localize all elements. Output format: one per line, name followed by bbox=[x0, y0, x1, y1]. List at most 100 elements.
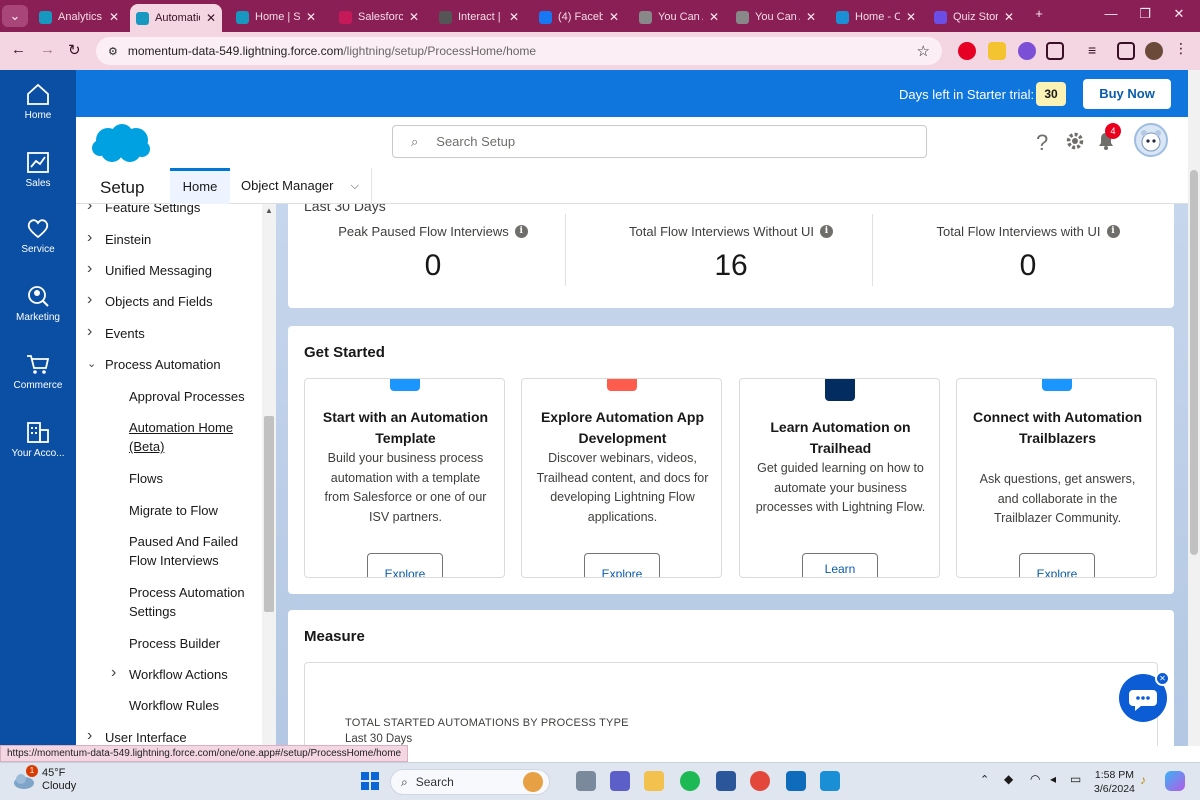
url-field[interactable]: ⚙ momentum-data-549.lightning.force.com/… bbox=[96, 37, 942, 65]
info-icon[interactable]: i bbox=[1106, 225, 1120, 238]
close-tab-icon[interactable]: ✕ bbox=[709, 10, 719, 24]
info-icon[interactable]: i bbox=[514, 225, 528, 238]
close-tab-icon[interactable]: ✕ bbox=[806, 10, 816, 24]
browser-menu-icon[interactable]: ⋮ bbox=[1174, 40, 1192, 58]
chevron-down-icon[interactable]: ⌄ bbox=[87, 355, 96, 374]
profile-avatar-icon[interactable] bbox=[1145, 42, 1163, 60]
close-chat-icon[interactable]: ✕ bbox=[1155, 671, 1170, 686]
side-panel-icon[interactable] bbox=[1117, 42, 1135, 60]
buy-now-button[interactable]: Buy Now bbox=[1083, 79, 1171, 109]
tree-item[interactable]: › Feature Settings bbox=[87, 204, 255, 217]
close-tab-icon[interactable]: ✕ bbox=[409, 10, 419, 24]
volume-icon[interactable]: ◂ bbox=[1050, 772, 1056, 786]
browser-tab[interactable]: You Can A ✕ bbox=[730, 4, 822, 30]
browser-tab[interactable]: Home - C ✕ bbox=[830, 4, 922, 30]
tree-item[interactable]: › User Interface bbox=[87, 727, 255, 746]
app-rail-item[interactable]: Home bbox=[0, 82, 76, 121]
tray-chevron-up-icon[interactable]: ⌃ bbox=[980, 773, 989, 786]
user-avatar[interactable] bbox=[1134, 123, 1168, 157]
dropbox-icon[interactable]: ◆ bbox=[1004, 772, 1013, 786]
spotify-icon[interactable] bbox=[680, 771, 700, 791]
word-icon[interactable] bbox=[716, 771, 736, 791]
chevron-right-icon[interactable]: › bbox=[87, 204, 92, 215]
browser-tab[interactable]: Quiz Story ✕ bbox=[928, 4, 1020, 30]
setup-tree-scrollbar[interactable]: ▲ bbox=[262, 204, 276, 746]
tree-item[interactable]: Flows bbox=[129, 469, 254, 488]
outlook-icon[interactable] bbox=[786, 771, 806, 791]
file-explorer-icon[interactable] bbox=[644, 771, 664, 791]
browser-tab[interactable]: Salesforce ✕ bbox=[333, 4, 425, 30]
minimize-icon[interactable]: — bbox=[1096, 6, 1126, 21]
close-tab-icon[interactable]: ✕ bbox=[1004, 10, 1014, 24]
browser-tab[interactable]: You Can A ✕ bbox=[633, 4, 725, 30]
chevron-right-icon[interactable]: › bbox=[111, 663, 116, 682]
scrollbar-thumb[interactable] bbox=[264, 416, 274, 612]
tree-item[interactable]: Workflow Rules bbox=[129, 696, 254, 715]
tree-item[interactable]: Automation Home (Beta) bbox=[129, 418, 254, 456]
tile-action-button[interactable]: Explore bbox=[584, 553, 660, 577]
store-icon[interactable] bbox=[820, 771, 840, 791]
browser-tab[interactable]: Home | Sa ✕ bbox=[230, 4, 322, 30]
forward-icon[interactable]: → bbox=[40, 41, 55, 58]
back-icon[interactable]: ← bbox=[11, 41, 26, 58]
wifi-icon[interactable]: ◠ bbox=[1030, 772, 1040, 786]
windows-start-icon[interactable] bbox=[360, 771, 380, 791]
tree-item[interactable]: Paused And Failed Flow Interviews bbox=[129, 532, 254, 570]
tab-object-manager[interactable]: Object Manager ⌵ bbox=[232, 168, 372, 204]
browser-tab[interactable]: (4) Facebo ✕ bbox=[533, 4, 625, 30]
tree-item[interactable]: Approval Processes bbox=[129, 387, 254, 406]
tree-item[interactable]: › Unified Messaging bbox=[87, 260, 255, 280]
tile-action-button[interactable]: Explore bbox=[1019, 553, 1095, 577]
search-setup-input[interactable]: ⌕ Search Setup bbox=[392, 125, 927, 158]
tab-home[interactable]: Home bbox=[170, 168, 230, 204]
app-rail-item[interactable]: Marketing bbox=[0, 284, 76, 323]
close-tab-icon[interactable]: ✕ bbox=[109, 10, 119, 24]
copilot-icon[interactable] bbox=[1165, 771, 1185, 791]
close-window-icon[interactable]: ✕ bbox=[1164, 6, 1194, 22]
extension-icon[interactable] bbox=[988, 42, 1006, 60]
site-info-icon[interactable]: ⚙ bbox=[108, 45, 118, 58]
extensions-puzzle-icon[interactable] bbox=[1046, 42, 1064, 60]
browser-tab[interactable]: Interact | I ✕ bbox=[433, 4, 525, 30]
app-rail-item[interactable]: Service bbox=[0, 216, 76, 255]
tile-action-button[interactable]: Explore bbox=[367, 553, 443, 577]
tree-item[interactable]: › Einstein bbox=[87, 229, 255, 249]
app-rail-item[interactable]: Sales bbox=[0, 150, 76, 189]
taskbar-search-box[interactable]: ⌕ Search bbox=[390, 769, 550, 795]
tile-action-button[interactable]: Learn bbox=[802, 553, 878, 577]
tree-item[interactable]: Migrate to Flow bbox=[129, 501, 254, 520]
tree-item[interactable]: › Objects and Fields bbox=[87, 291, 255, 311]
chevron-right-icon[interactable]: › bbox=[87, 259, 92, 278]
close-tab-icon[interactable]: ✕ bbox=[609, 10, 619, 24]
media-control-icon[interactable]: ≡ bbox=[1088, 42, 1106, 60]
app-rail-item[interactable]: Your Acco... bbox=[0, 420, 76, 459]
reload-icon[interactable]: ↻ bbox=[68, 41, 81, 59]
tree-item[interactable]: Process Automation Settings bbox=[129, 583, 254, 621]
setup-gear-icon[interactable] bbox=[1065, 131, 1085, 151]
close-tab-icon[interactable]: ✕ bbox=[206, 11, 216, 25]
salesforce-cloud-logo[interactable] bbox=[90, 122, 152, 164]
close-tab-icon[interactable]: ✕ bbox=[306, 10, 316, 24]
extension-badge-icon[interactable] bbox=[1018, 42, 1036, 60]
teams-icon[interactable] bbox=[610, 771, 630, 791]
tree-item[interactable]: Process Builder bbox=[129, 634, 254, 653]
notification-bell-icon[interactable]: ♪ bbox=[1140, 773, 1146, 787]
chevron-down-icon[interactable]: ⌵ bbox=[351, 168, 359, 204]
chevron-right-icon[interactable]: › bbox=[87, 726, 92, 745]
page-scrollbar[interactable] bbox=[1188, 70, 1200, 746]
app-rail-item[interactable]: Commerce bbox=[0, 352, 76, 391]
close-tab-icon[interactable]: ✕ bbox=[906, 10, 916, 24]
task-view-icon[interactable] bbox=[576, 771, 596, 791]
scroll-up-icon[interactable]: ▲ bbox=[265, 206, 273, 215]
pinterest-extension-icon[interactable] bbox=[958, 42, 976, 60]
info-icon[interactable]: i bbox=[819, 225, 833, 238]
tree-item[interactable]: ⌄ Process Automation bbox=[87, 355, 255, 374]
page-scrollbar-thumb[interactable] bbox=[1190, 170, 1198, 555]
chevron-right-icon[interactable]: › bbox=[87, 228, 92, 247]
chevron-right-icon[interactable]: › bbox=[87, 322, 92, 341]
browser-tab[interactable]: Analytics | ✕ bbox=[33, 4, 125, 30]
weather-widget[interactable]: 1 45°F Cloudy bbox=[12, 765, 76, 793]
bookmark-star-icon[interactable]: ☆ bbox=[917, 42, 930, 60]
help-icon[interactable]: ? bbox=[1034, 130, 1052, 154]
system-clock[interactable]: 1:58 PM 3/6/2024 bbox=[1094, 768, 1135, 796]
